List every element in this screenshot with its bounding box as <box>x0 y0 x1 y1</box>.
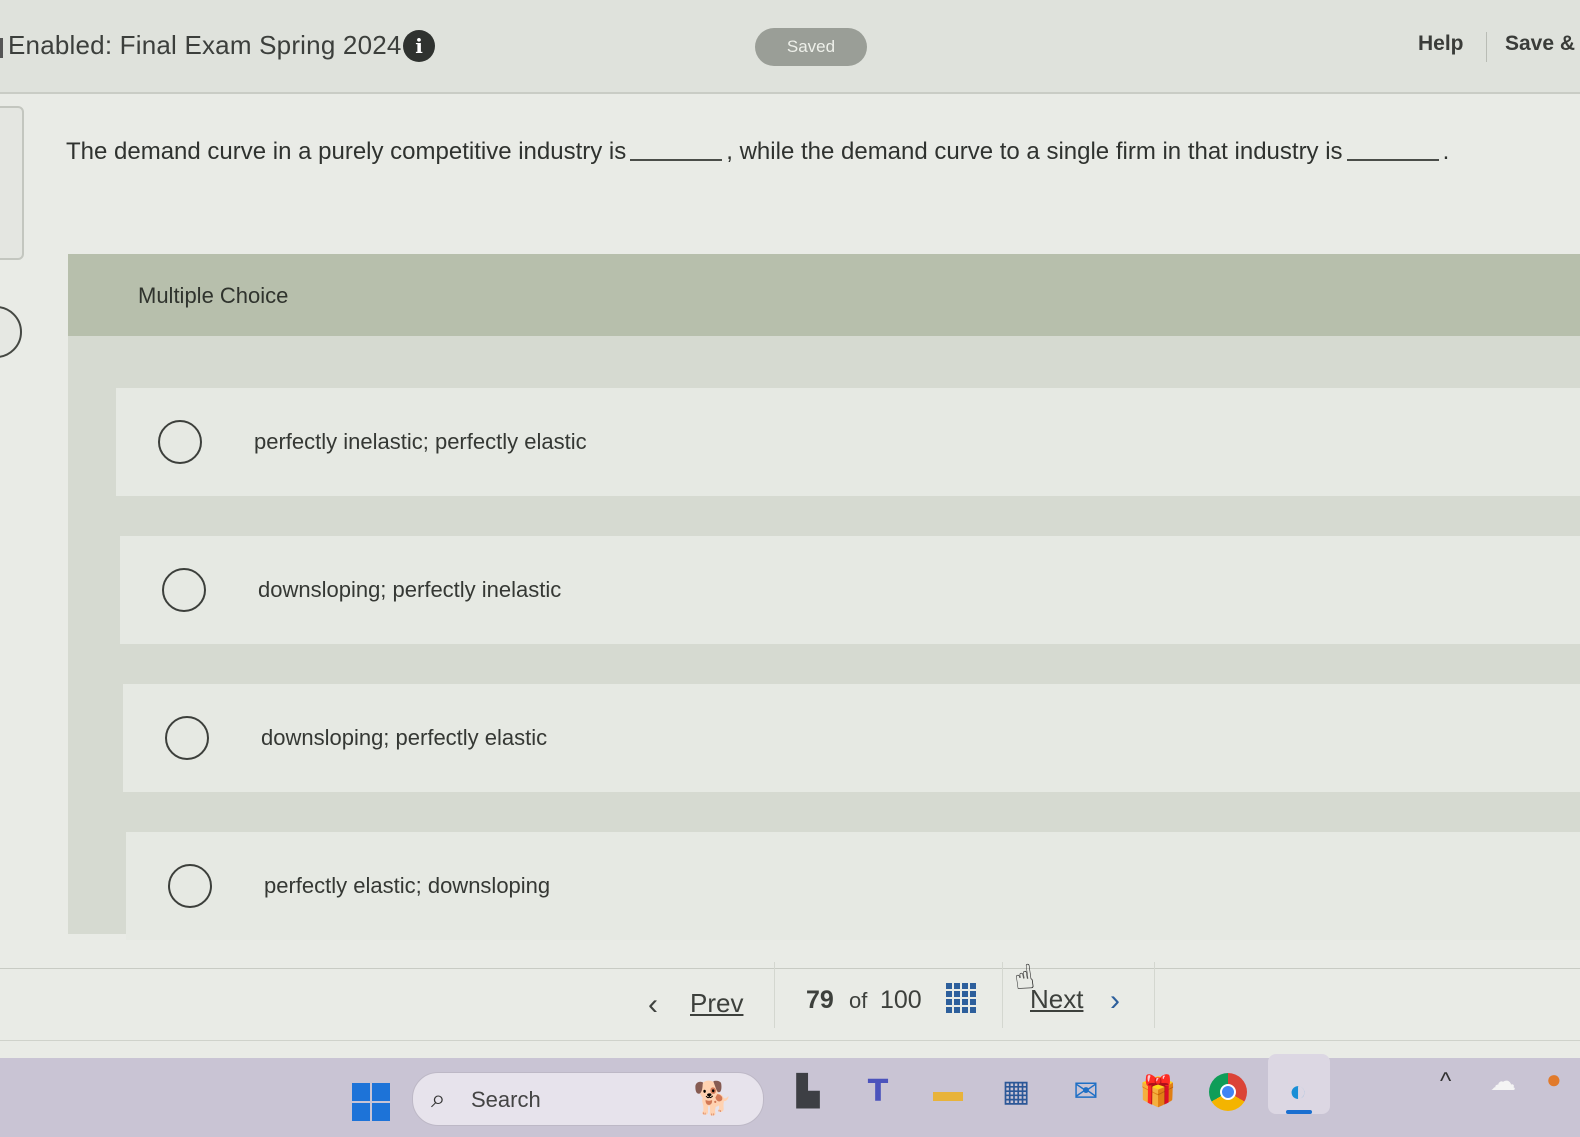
taskbar-search-box[interactable]: ⌕ Search 🐕 <box>412 1072 764 1126</box>
folder-icon[interactable]: ▬ <box>926 1070 970 1114</box>
chevron-left-icon: ‹ <box>648 988 658 1021</box>
multiple-choice-header: Multiple Choice <box>68 254 1580 336</box>
hand-cursor-icon: ☝ <box>1011 957 1038 999</box>
choice-label-2: downsloping; perfectly inelastic <box>258 577 562 602</box>
question-text-part-2: , while the demand curve to a single fir… <box>726 138 1343 165</box>
chrome-icon[interactable] <box>1206 1070 1250 1114</box>
info-icon[interactable]: i <box>403 30 435 62</box>
radio-button-3[interactable] <box>165 716 209 760</box>
radio-button-2[interactable] <box>162 568 206 612</box>
nav-divider <box>1002 962 1003 1028</box>
search-placeholder: Search <box>471 1087 541 1112</box>
gift-icon[interactable]: 🎁 <box>1136 1070 1180 1114</box>
radio-button-1[interactable] <box>158 420 202 464</box>
search-highlight-icon: 🐕 <box>693 1080 733 1116</box>
total-questions: 100 <box>880 986 922 1014</box>
nav-divider <box>774 962 775 1028</box>
nav-divider <box>1154 962 1155 1028</box>
tray-chevron-up-icon[interactable]: ^ <box>1440 1068 1451 1096</box>
choice-option-2[interactable]: downsloping; perfectly inelastic <box>120 536 1580 644</box>
cloud-icon[interactable]: ☁ <box>1490 1066 1516 1097</box>
exam-title: Enabled: Final Exam Spring 2024 <box>8 30 402 60</box>
page-of-label: of <box>849 988 868 1013</box>
top-header-bar: Enabled: Final Exam Spring 2024 i Saved … <box>0 0 1580 94</box>
question-grid-icon[interactable] <box>946 983 976 1013</box>
file-explorer-icon[interactable]: ▙ <box>786 1070 830 1114</box>
multiple-choice-panel: Multiple Choice perfectly inelastic; per… <box>68 254 1580 940</box>
choice-option-3[interactable]: downsloping; perfectly elastic <box>123 684 1580 792</box>
nav-bottom-border <box>0 1040 1580 1041</box>
edge-active-indicator <box>1286 1110 1312 1114</box>
answer-blank-1 <box>630 159 723 161</box>
question-text-part-1: The demand curve in a purely competitive… <box>66 138 627 165</box>
teams-icon[interactable]: T <box>856 1070 900 1114</box>
header-divider <box>1486 32 1487 62</box>
next-label: Next <box>1030 984 1084 1014</box>
choice-label-3: downsloping; perfectly elastic <box>261 725 548 750</box>
question-text-part-3: . <box>1442 138 1450 165</box>
current-question-number: 79 <box>806 986 834 1014</box>
multiple-choice-label: Multiple Choice <box>138 283 289 308</box>
choice-option-4[interactable]: perfectly elastic; downsloping <box>126 832 1580 940</box>
search-icon: ⌕ <box>431 1083 446 1113</box>
windows-start-icon[interactable] <box>352 1083 390 1121</box>
question-text: The demand curve in a purely competitive… <box>66 138 1566 166</box>
help-link[interactable]: Help <box>1418 32 1464 56</box>
radio-button-4[interactable] <box>168 864 212 908</box>
saved-status-badge: Saved <box>755 28 867 66</box>
nav-top-border <box>0 968 1580 969</box>
question-number-badge[interactable]: 5 <box>0 306 22 358</box>
question-panel-edge <box>0 106 24 260</box>
prev-label: Prev <box>690 988 744 1018</box>
tray-status-icon[interactable]: ● <box>1546 1064 1562 1095</box>
chevron-right-icon: › <box>1110 984 1120 1017</box>
choice-option-1[interactable]: perfectly inelastic; perfectly elastic <box>116 388 1580 496</box>
mail-icon[interactable]: ✉ <box>1064 1070 1108 1114</box>
exam-page: Enabled: Final Exam Spring 2024 i Saved … <box>0 0 1580 1137</box>
answer-blank-2 <box>1346 159 1439 161</box>
choice-label-4: perfectly elastic; downsloping <box>264 873 551 898</box>
store-icon[interactable]: ▦ <box>994 1070 1038 1114</box>
edge-icon[interactable]: ◐ <box>1276 1070 1320 1114</box>
choice-label-1: perfectly inelastic; perfectly elastic <box>254 429 587 454</box>
save-exit-link[interactable]: Save & <box>1505 32 1575 56</box>
left-edge-tick <box>0 38 3 58</box>
